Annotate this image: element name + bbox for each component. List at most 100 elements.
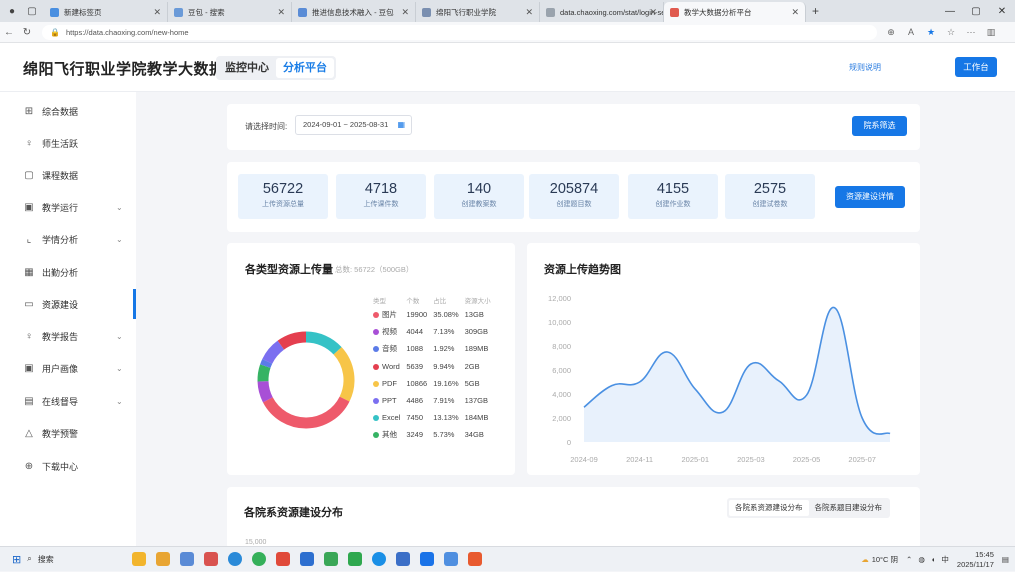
sidebar-item[interactable]: ▭ 资源建设 (0, 294, 136, 314)
trend-point[interactable] (860, 416, 864, 420)
trend-point[interactable] (693, 387, 697, 391)
sidebar-item[interactable]: ▤ 在线督导 ⌄ (0, 391, 136, 411)
back-icon[interactable]: ← (0, 27, 18, 38)
browser-tab[interactable]: data.chaoxing.com/stat/login-ser ✕ (540, 2, 664, 22)
app-icon-orange[interactable] (468, 552, 483, 566)
favorite-icon[interactable]: ★ (921, 27, 941, 38)
trend-point[interactable] (777, 379, 781, 383)
donut-slice[interactable] (305, 331, 342, 355)
stat-tile[interactable]: 205874 创建题目数 (529, 174, 619, 219)
stat-tile[interactable]: 4718 上传课件数 (336, 174, 426, 219)
zoom-icon[interactable]: ⊕ (881, 27, 901, 38)
sidebar-item[interactable]: ♀ 教学报告 ⌄ (0, 326, 136, 346)
widgets-icon[interactable] (132, 552, 147, 566)
tab-close-icon[interactable]: ✕ (649, 7, 657, 18)
donut-slice[interactable] (257, 380, 273, 403)
app-icon-cloud[interactable] (420, 552, 435, 566)
url-field[interactable]: 🔒 https://data.chaoxing.com/new-home (42, 24, 877, 40)
tab-close-icon[interactable]: ✕ (525, 7, 533, 18)
trend-point[interactable] (805, 393, 809, 397)
clock[interactable]: 15:45 2025/11/17 (957, 550, 994, 570)
paint-icon[interactable] (204, 552, 219, 566)
windows-start-icon[interactable]: ⊞ (12, 553, 21, 566)
tray-overflow-icon[interactable]: ⌃ (906, 555, 912, 564)
tab-analysis-platform[interactable]: 分析平台 (276, 58, 334, 78)
donut-slice[interactable] (262, 396, 350, 429)
volume-icon[interactable]: ◖ (931, 555, 936, 564)
stat-tile[interactable]: 4155 创建作业数 (628, 174, 718, 219)
chevron-down-icon[interactable]: ⌄ (116, 235, 123, 244)
calculator-icon[interactable] (180, 552, 195, 566)
edge-icon[interactable] (228, 552, 243, 566)
tab-close-icon[interactable]: ✕ (791, 7, 799, 18)
chrome-icon[interactable] (252, 552, 267, 566)
donut-slice[interactable] (257, 364, 271, 382)
sidebar-toggle-icon[interactable]: ▥ (981, 27, 1001, 38)
trend-point[interactable] (832, 306, 836, 310)
refresh-icon[interactable]: ↻ (18, 27, 36, 38)
app-icon-folder[interactable] (444, 552, 459, 566)
sidebar-item[interactable]: ♀ 师生活跃 (0, 133, 136, 153)
resource-detail-button[interactable]: 资源建设详情 (835, 186, 905, 208)
tab-dept-question[interactable]: 各院系题目建设分布 (809, 500, 889, 516)
dept-filter-button[interactable]: 院系筛选 (852, 116, 907, 136)
trend-point[interactable] (749, 362, 753, 366)
input-method-icon[interactable]: 中 (941, 554, 949, 565)
stat-tile[interactable]: 2575 创建试卷数 (725, 174, 815, 219)
stat-tile[interactable]: 56722 上传资源总量 (238, 174, 328, 219)
donut-slice[interactable] (260, 358, 273, 368)
close-window-icon[interactable]: ✕ (989, 6, 1015, 17)
sidebar-item[interactable]: △ 教学预警 (0, 423, 136, 443)
excel-icon[interactable] (348, 552, 363, 566)
browser-tab[interactable]: 新建标签页 ✕ (44, 2, 168, 22)
trend-point[interactable] (582, 405, 586, 409)
browser-tab[interactable]: 豆包 - 搜索 ✕ (168, 2, 292, 22)
tab-close-icon[interactable]: ✕ (153, 7, 161, 18)
taskbar-search[interactable]: ⌕ 搜索 (27, 554, 127, 565)
chevron-down-icon[interactable]: ⌄ (116, 397, 123, 406)
trend-point[interactable] (610, 384, 614, 388)
restore-icon[interactable]: ▢ (963, 6, 989, 17)
sidebar-item[interactable]: ▣ 用户画像 ⌄ (0, 358, 136, 378)
trend-point[interactable] (665, 350, 669, 354)
donut-slice[interactable] (262, 340, 285, 364)
date-range-picker[interactable]: 2024-09-01 ~ 2025-08-31 ▦ (295, 115, 412, 135)
tab-dept-resource[interactable]: 各院系资源建设分布 (729, 500, 809, 516)
sidebar-item[interactable]: ⊕ 下载中心 (0, 456, 136, 476)
profile-icon[interactable]: ● (4, 3, 20, 19)
browser-tab[interactable]: 绵阳飞行职业学院 ✕ (416, 2, 540, 22)
app-icon-blue[interactable] (300, 552, 315, 566)
trend-point[interactable] (638, 380, 642, 384)
wechat-icon[interactable] (324, 552, 339, 566)
sidebar-item[interactable]: ▣ 教学运行 ⌄ (0, 197, 136, 217)
tab-monitor-center[interactable]: 监控中心 (218, 58, 276, 78)
app-icon-red[interactable] (276, 552, 291, 566)
chevron-down-icon[interactable]: ⌄ (116, 332, 123, 341)
chevron-down-icon[interactable]: ⌄ (116, 203, 123, 212)
file-explorer-icon[interactable] (156, 552, 171, 566)
donut-slice[interactable] (333, 347, 355, 402)
browser-tab[interactable]: 教学大数据分析平台 ✕ (664, 2, 806, 22)
read-aloud-icon[interactable]: A (901, 27, 921, 38)
donut-slice[interactable] (277, 331, 307, 350)
favorites-bar-icon[interactable]: ☆ (941, 27, 961, 38)
trend-point[interactable] (721, 410, 725, 414)
more-icon[interactable]: ··· (961, 27, 981, 38)
tab-close-icon[interactable]: ✕ (277, 7, 285, 18)
notification-icon[interactable]: ▤ (1002, 555, 1009, 564)
network-icon[interactable]: ◍ (918, 555, 925, 564)
workbench-button[interactable]: 工作台 (955, 57, 997, 77)
sidebar-item[interactable]: ▢ 课程数据 (0, 165, 136, 185)
tab-close-icon[interactable]: ✕ (401, 7, 409, 18)
tab-actions-icon[interactable]: ▢ (24, 3, 40, 19)
rules-link[interactable]: 规则说明 (849, 62, 881, 73)
word-icon[interactable] (396, 552, 411, 566)
stat-tile[interactable]: 140 创建教案数 (434, 174, 524, 219)
sidebar-item[interactable]: ⊞ 综合数据 (0, 101, 136, 121)
new-tab-button[interactable]: + (812, 4, 819, 18)
browser-icon[interactable] (372, 552, 387, 566)
sidebar-item[interactable]: ⌞ 学情分析 ⌄ (0, 229, 136, 249)
trend-point[interactable] (888, 432, 892, 436)
browser-tab[interactable]: 推进信息技术融入 - 豆包 ✕ (292, 2, 416, 22)
chevron-down-icon[interactable]: ⌄ (116, 364, 123, 373)
